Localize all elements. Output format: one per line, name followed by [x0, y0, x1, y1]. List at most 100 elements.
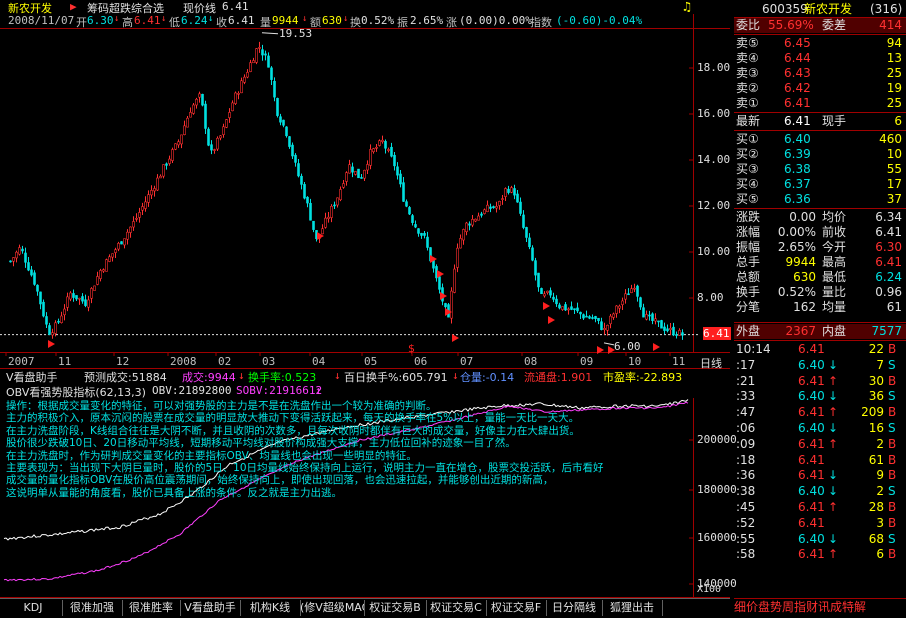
candle-body — [399, 173, 402, 185]
candle-body — [531, 247, 534, 261]
indicator-tab[interactable]: (修V超级MACD — [300, 600, 365, 616]
arrow-down-icon: ↓ — [238, 369, 245, 382]
candle-body — [498, 201, 501, 206]
candle-body — [660, 320, 663, 329]
candle-body — [465, 222, 468, 233]
indicator-tab[interactable]: KDJ — [4, 600, 63, 616]
play-arrow-icon[interactable]: ▶ — [70, 0, 77, 13]
trade-row-cell: B — [888, 342, 897, 356]
candle-body — [678, 330, 681, 336]
buy-level: 买① 6.40 460 — [734, 132, 906, 147]
candle-body — [42, 301, 45, 317]
time-axis-tick: 2007 — [8, 355, 35, 368]
candle-body — [669, 327, 672, 331]
candle-body — [324, 217, 327, 228]
candle-body — [579, 311, 582, 315]
candle-body — [333, 204, 336, 207]
trade-row-cell: :21 — [736, 373, 756, 388]
candle-body — [672, 326, 675, 336]
signal-flag-icon — [653, 343, 660, 351]
candle-body — [588, 316, 591, 319]
indicator-tab[interactable]: 日分隔线 — [546, 600, 603, 616]
trade-row-cell: :47 — [736, 405, 756, 420]
candle-body — [573, 308, 576, 310]
candle-body — [372, 148, 375, 153]
float-shares: 流通盘:1.901 — [524, 371, 593, 384]
candle-body — [180, 134, 183, 145]
trade-row-cell: 209 — [861, 405, 884, 420]
indicator-tab[interactable]: 狐狸出击 — [602, 600, 663, 616]
candle-body — [396, 166, 399, 176]
description-line: 主力的积极介入，原本沉闷的股票在成交量的明显放大推动下变得活跃起来，每天的换手率… — [6, 412, 580, 425]
candle-body — [228, 112, 231, 118]
right-panel-tabs[interactable]: 细价盘势周指财讯成特解 — [734, 599, 906, 616]
arrow-down-icon: ↓ — [452, 369, 459, 382]
indicator-tab[interactable]: 权证交易F — [486, 600, 547, 616]
time-axis-tick: 06 — [414, 355, 428, 368]
candle-body — [609, 315, 612, 325]
trade-row-cell: B — [888, 405, 897, 420]
candle-body — [12, 257, 15, 262]
candle-body — [489, 206, 492, 209]
candle-body — [420, 233, 423, 236]
candle-body — [141, 206, 144, 211]
candle-body — [99, 270, 102, 279]
sell-level-cell: 卖① — [736, 96, 759, 110]
candle-body — [192, 104, 195, 114]
indicator-tab[interactable]: 权证交易B — [364, 600, 427, 616]
candle-body — [591, 317, 594, 319]
candle-body — [153, 188, 156, 192]
candle-body — [18, 247, 21, 255]
indicator-tab[interactable]: V看盘助手 — [180, 600, 241, 616]
candle-body — [339, 189, 342, 201]
candle-body — [492, 206, 495, 209]
sell-level: 卖③ 6.43 25 — [734, 66, 906, 81]
candle-body — [306, 196, 309, 204]
time-axis-tick: 11 — [672, 355, 686, 368]
time-axis-tick: 02 — [218, 355, 232, 368]
time-axis-tick: 12 — [116, 355, 130, 368]
price-axis-tick: 16.00 — [697, 107, 731, 120]
buy-level: 买② 6.39 10 — [734, 147, 906, 162]
stat-row-cell: 6.41 — [875, 225, 902, 239]
stat-row-cell: 涨幅 — [736, 225, 761, 239]
trade-row-cell: 6.40 — [798, 389, 825, 404]
arrow-down-icon: ↓ — [343, 14, 349, 24]
sell-level-cell: 25 — [886, 66, 902, 80]
candle-body — [288, 136, 291, 147]
indicator-tab[interactable]: 机构K线 — [240, 600, 301, 616]
candle-body — [171, 149, 174, 161]
time-axis-tick: 2008 — [170, 355, 197, 368]
candle-body — [231, 102, 234, 112]
candle-body — [549, 290, 552, 296]
pe-ratio: 市盈率:-22.893 — [603, 371, 683, 384]
candle-body — [642, 307, 645, 318]
candle-body — [594, 316, 597, 319]
candle-body — [78, 297, 81, 300]
candle-body — [249, 62, 252, 72]
bell-icon[interactable]: ♫ — [683, 0, 691, 15]
candle-body — [258, 47, 261, 49]
indicator-tab[interactable]: 很准加强 — [62, 600, 123, 616]
indicator-tab[interactable]: 权证交易C — [426, 600, 487, 616]
change-value: (0.00)0.00% — [459, 14, 532, 27]
buy-level-cell: 买② — [736, 147, 759, 161]
candle-body — [72, 293, 75, 298]
stat-row-cell: 前收 — [822, 225, 847, 239]
candle-body — [330, 206, 333, 218]
buy-level: 买⑤ 6.36 37 — [734, 192, 906, 207]
high-mark-line — [261, 32, 279, 35]
candle-body — [342, 183, 345, 188]
trade-row-cell: 3 — [876, 515, 884, 530]
candle-body — [675, 334, 678, 336]
description-line: 成交量的量化指标OBV在股价高位震荡期间，始终保持向上，即使出现回落，也会迅速拉… — [6, 474, 554, 487]
indicator-tab[interactable]: 很准胜率 — [122, 600, 181, 616]
buy-level-cell: 37 — [886, 192, 902, 206]
candle-body — [522, 214, 525, 228]
trade-row-cell: :18 — [736, 452, 756, 467]
trade-row-cell: 9 — [876, 468, 884, 483]
time-axis-tick: 03 — [262, 355, 276, 368]
candle-body — [453, 268, 456, 293]
trade-row: :18 6.41 61 B — [734, 453, 906, 468]
sell-level: 卖② 6.42 19 — [734, 81, 906, 96]
